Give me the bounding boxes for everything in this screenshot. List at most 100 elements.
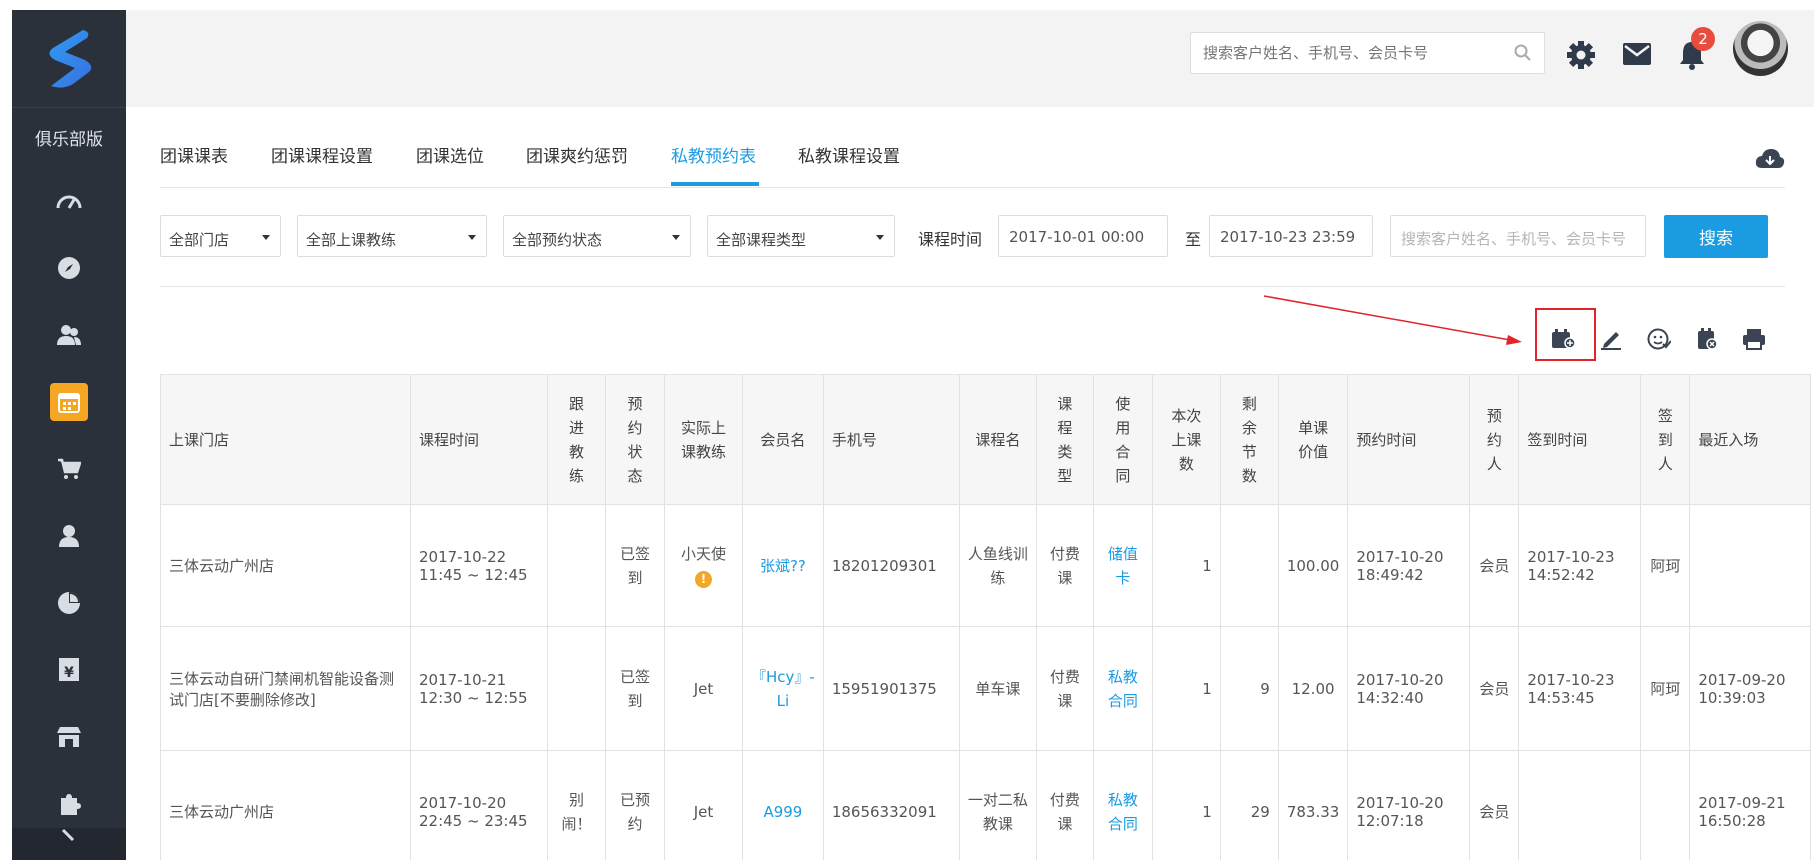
nav-dashboard[interactable] (12, 167, 126, 234)
cell-follow-coach (547, 504, 606, 627)
cell-signer (1640, 750, 1691, 860)
nav-finance[interactable]: ¥ (12, 636, 126, 703)
cell-follow-coach (547, 626, 606, 751)
mail-icon[interactable] (1623, 43, 1651, 65)
sign-in-date: 2017-10-23 (1527, 547, 1615, 566)
tab-bar: 团课课表 团课课程设置 团课选位 团课爽约惩罚 私教预约表 私教课程设置 (160, 108, 1785, 188)
calendar-icon (58, 392, 80, 413)
cell-sign-in-time (1518, 750, 1642, 860)
tab-group-seat-selection[interactable]: 团课选位 (416, 142, 484, 167)
print-icon[interactable] (1742, 328, 1766, 350)
table-row[interactable]: 三体云动自研门禁闸机智能设备测试门店[不要删除修改] 2017-10-21 12:… (160, 626, 1812, 751)
nav-compass[interactable] (12, 234, 126, 301)
cell-course-name: 一对二私教课 (958, 750, 1037, 860)
cell-contract[interactable]: 私教合同 (1092, 626, 1153, 751)
cell-member-name[interactable]: 张斌?? (742, 504, 824, 627)
column-header[interactable]: 使用合同 (1092, 374, 1153, 505)
cell-contract[interactable]: 储值卡 (1092, 504, 1153, 627)
column-header[interactable]: 课程时间 (410, 374, 548, 505)
edit-icon[interactable] (1600, 328, 1622, 350)
header-search[interactable] (1190, 32, 1545, 74)
column-header[interactable]: 预约状态 (605, 374, 665, 505)
cell-sign-in-time: 2017-10-23 14:53:45 (1518, 626, 1642, 751)
column-header[interactable]: 跟进教练 (547, 374, 606, 505)
coach-select[interactable]: 全部上课教练 (297, 215, 487, 257)
cloud-download-icon[interactable] (1755, 148, 1785, 170)
booking-date: 2017-10-20 (1356, 547, 1444, 566)
course-type-select[interactable]: 全部课程类型 (707, 215, 895, 257)
nav-reports[interactable] (12, 569, 126, 636)
last-entry-clock: 16:50:28 (1698, 811, 1766, 830)
tab-group-course-settings[interactable]: 团课课程设置 (271, 142, 373, 167)
column-header[interactable]: 剩余节数 (1219, 374, 1279, 505)
cell-contract[interactable]: 私教合同 (1092, 750, 1153, 860)
cell-store: 三体云动广州店 (160, 750, 411, 860)
column-header[interactable]: 预约人 (1469, 374, 1520, 505)
nav-members[interactable] (12, 301, 126, 368)
column-header[interactable]: 最近入场 (1689, 374, 1812, 505)
tab-private-booking[interactable]: 私教预约表 (671, 142, 756, 167)
end-time-input[interactable]: 2017-10-23 23:59 (1209, 215, 1373, 257)
cell-phone: 18201209301 (822, 504, 960, 627)
cell-booker: 会员 (1469, 626, 1520, 751)
sign-in-icon[interactable] (1647, 328, 1671, 350)
column-header[interactable]: 本次上课数 (1151, 374, 1221, 505)
tab-group-no-show-penalty[interactable]: 团课爽约惩罚 (526, 142, 628, 167)
last-entry-date: 2017-09-20 (1698, 670, 1786, 689)
course-period: 11:45 ~ 12:45 (419, 565, 528, 584)
column-header[interactable]: 上课门店 (160, 374, 411, 505)
column-header[interactable]: 单课价值 (1277, 374, 1349, 505)
search-button[interactable]: 搜索 (1664, 215, 1768, 258)
app-logo[interactable] (12, 10, 126, 107)
cell-remaining: 9 (1219, 626, 1279, 751)
cell-course-time: 2017-10-20 22:45 ~ 23:45 (410, 750, 548, 860)
avatar[interactable] (1733, 21, 1788, 76)
cell-course-time: 2017-10-21 12:30 ~ 12:55 (410, 626, 548, 751)
column-header[interactable]: 会员名 (742, 374, 824, 505)
table-row[interactable]: 三体云动广州店 2017-10-20 22:45 ~ 23:45 别闹！ 已预约 … (160, 750, 1812, 860)
cell-booking-time: 2017-10-20 18:49:42 (1347, 504, 1471, 627)
status-select[interactable]: 全部预约状态 (503, 215, 691, 257)
search-icon[interactable] (1514, 44, 1532, 62)
customer-search-input[interactable]: 搜索客户姓名、手机号、会员卡号 (1390, 215, 1646, 257)
column-header[interactable]: 签到时间 (1518, 374, 1642, 505)
sidebar-collapse-button[interactable] (12, 828, 126, 860)
nav-schedule[interactable] (12, 368, 126, 435)
nav-user[interactable] (12, 502, 126, 569)
column-header[interactable]: 课程类型 (1035, 374, 1094, 505)
user-icon (59, 524, 79, 547)
tab-group-schedule[interactable]: 团课课表 (160, 142, 228, 167)
store-select[interactable]: 全部门店 (160, 215, 281, 257)
cell-signer: 阿珂 (1640, 626, 1691, 751)
top-header: 2 (126, 10, 1814, 107)
column-header[interactable]: 预约时间 (1347, 374, 1471, 505)
nav-plugins[interactable] (12, 770, 126, 837)
start-time-input[interactable]: 2017-10-01 00:00 (998, 215, 1168, 257)
table-row[interactable]: 三体云动广州店 2017-10-22 11:45 ~ 12:45 已签到 小天使!… (160, 504, 1812, 627)
cell-member-name[interactable]: A999 (742, 750, 824, 860)
nav-stores[interactable] (12, 703, 126, 770)
column-header[interactable]: 实际上课教练 (664, 374, 743, 505)
cell-course-name: 单车课 (958, 626, 1037, 751)
cart-icon (58, 458, 81, 479)
course-date: 2017-10-21 (419, 670, 507, 689)
column-header[interactable]: 签到人 (1640, 374, 1691, 505)
compass-icon (58, 256, 80, 279)
cell-last-entry (1689, 504, 1812, 627)
gear-icon[interactable] (1566, 40, 1596, 70)
header-search-input[interactable] (1191, 33, 1491, 73)
column-header[interactable]: 手机号 (822, 374, 960, 505)
booking-date: 2017-10-20 (1356, 670, 1444, 689)
course-type-select-value: 全部课程类型 (716, 231, 807, 249)
cell-actual-coach: Jet (664, 750, 743, 860)
nav-shop[interactable] (12, 435, 126, 502)
tab-private-course-settings[interactable]: 私教课程设置 (798, 142, 900, 167)
column-header[interactable]: 课程名 (958, 374, 1037, 505)
chevron-right-icon (61, 828, 75, 842)
filter-bar: 全部门店 全部上课教练 全部预约状态 全部课程类型 课程时间 2017-10-0… (160, 188, 1785, 287)
svg-text:¥: ¥ (64, 665, 74, 681)
cell-member-name[interactable]: 『Hcy』-Li (742, 626, 824, 751)
cancel-booking-icon[interactable] (1696, 328, 1718, 350)
calendar-add-icon[interactable] (1551, 328, 1575, 350)
booking-clock: 18:49:42 (1356, 565, 1424, 584)
